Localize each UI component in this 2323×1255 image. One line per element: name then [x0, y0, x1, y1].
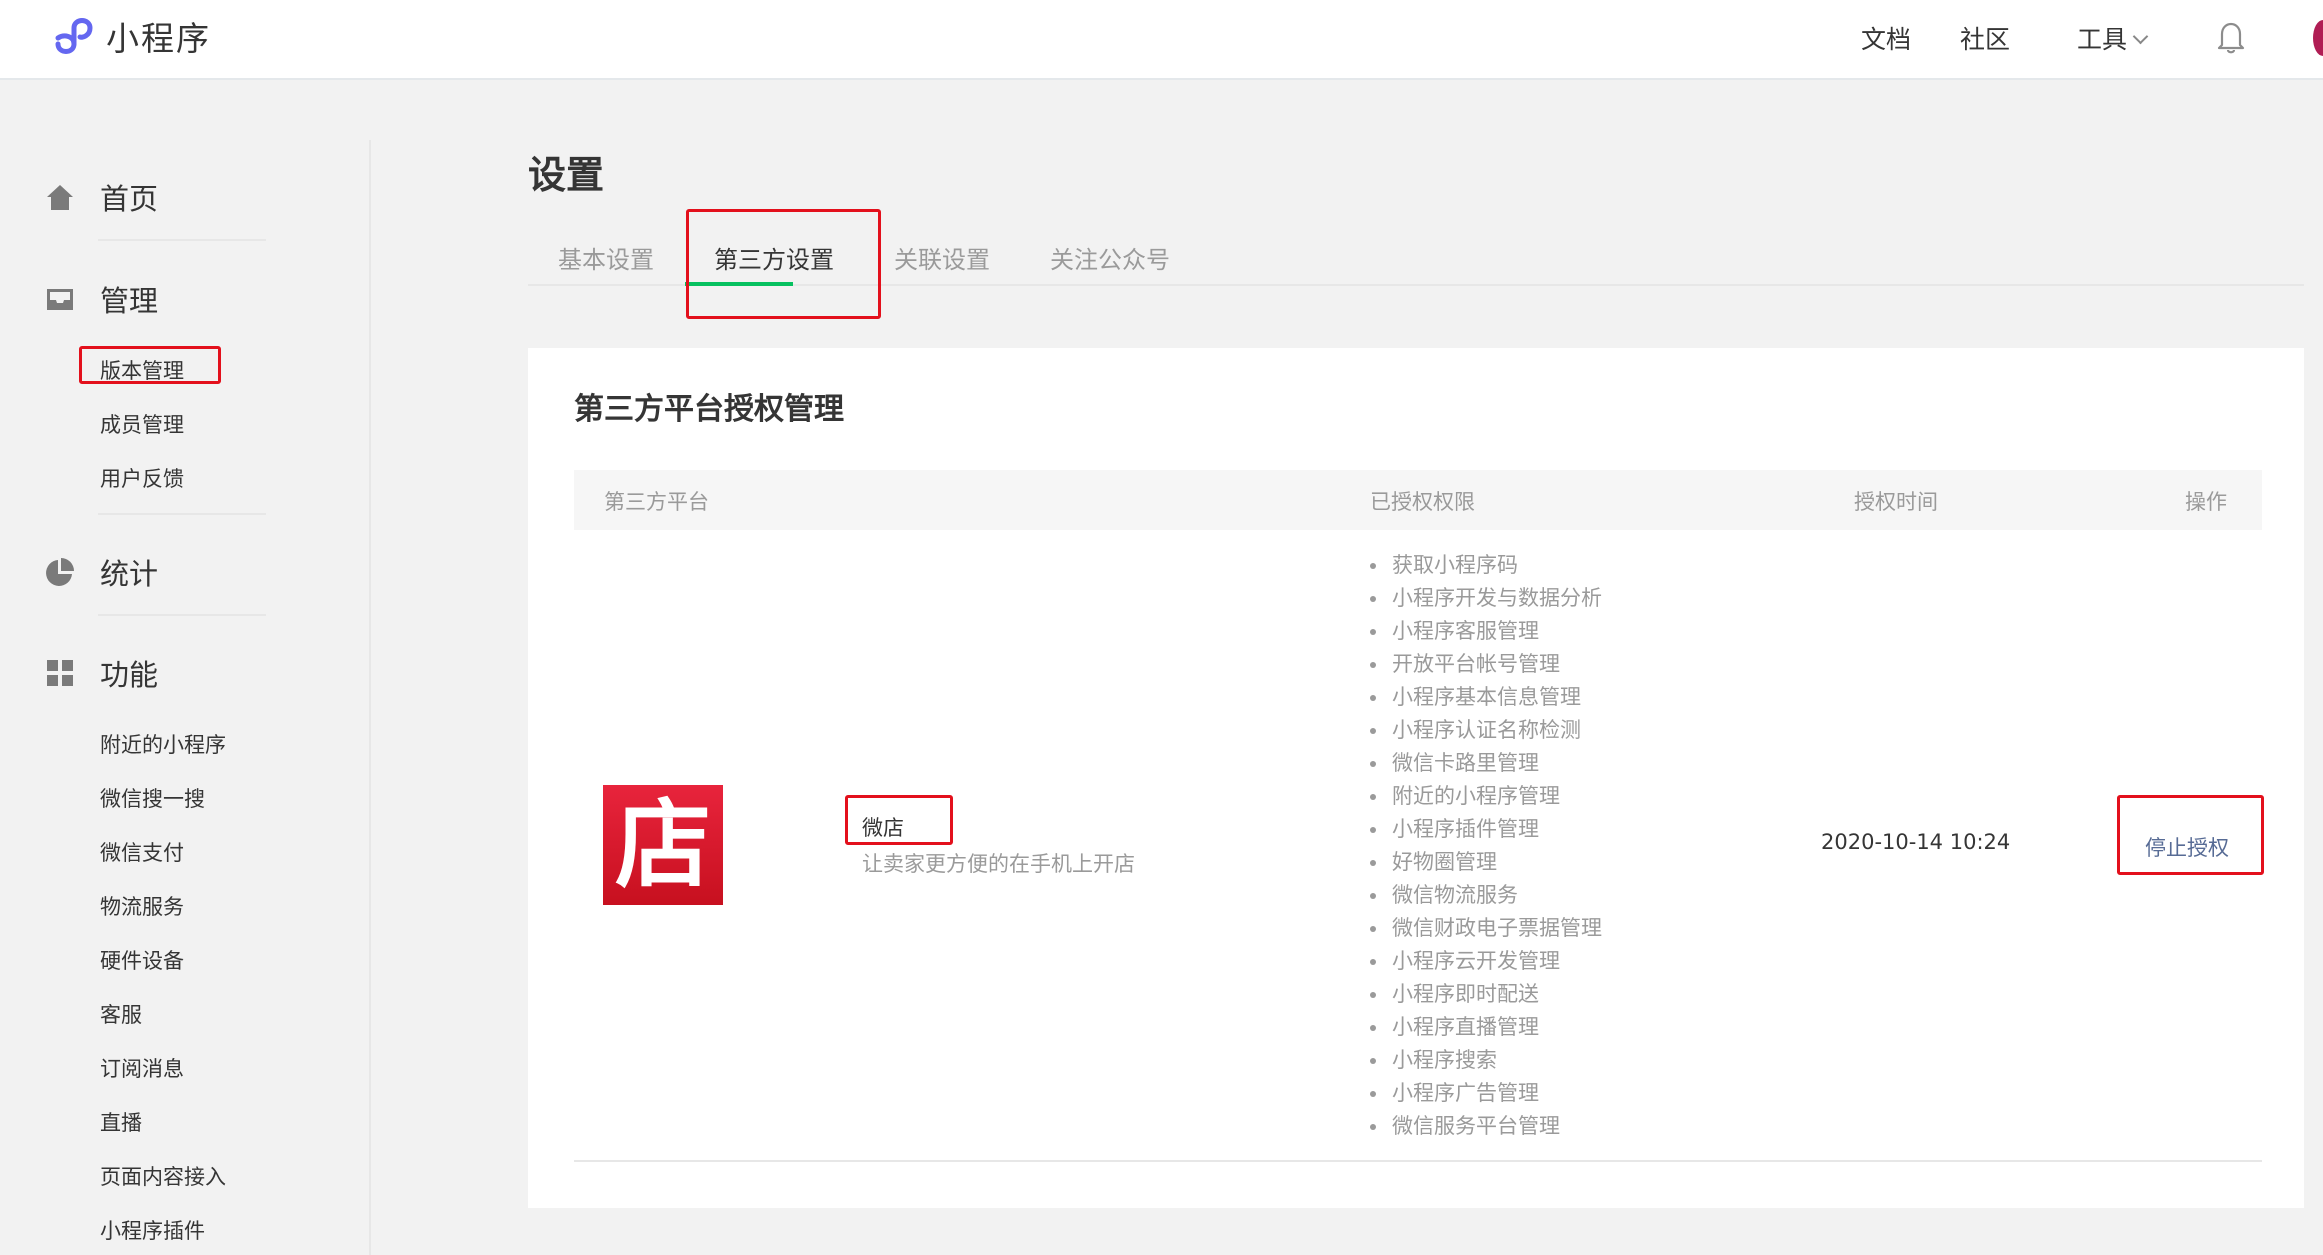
sidebar-item-content[interactable]: 页面内容接入: [100, 1161, 226, 1191]
list-item: 小程序直播管理: [1370, 1011, 1602, 1044]
tab-related[interactable]: 关联设置: [894, 240, 990, 275]
sidebar-item-home[interactable]: 首页: [44, 176, 158, 218]
tab-basic[interactable]: 基本设置: [558, 240, 654, 275]
list-item: 小程序云开发管理: [1370, 945, 1602, 978]
list-item: 微信物流服务: [1370, 879, 1602, 912]
sidebar-separator: [98, 614, 266, 616]
table-header: 第三方平台 已授权权限 授权时间 操作: [574, 470, 2262, 530]
sidebar-item-feedback[interactable]: 用户反馈: [100, 463, 184, 493]
row-divider: [574, 1160, 2262, 1162]
list-item: 微信服务平台管理: [1370, 1110, 1602, 1143]
weidian-logo-char: 店: [615, 788, 711, 901]
top-bar: 小程序 文档 社区 工具: [0, 0, 2323, 80]
grid-icon: [44, 657, 76, 689]
third-party-card: 第三方平台授权管理 第三方平台 已授权权限 授权时间 操作 店 微店 让卖家更方…: [528, 348, 2304, 1208]
sidebar-item-members[interactable]: 成员管理: [100, 409, 184, 439]
nav-tools[interactable]: 工具: [2077, 20, 2149, 56]
platform-name: 微店: [862, 816, 904, 840]
list-item: 小程序基本信息管理: [1370, 681, 1602, 714]
settings-tabs: 基本设置 第三方设置 关联设置 关注公众号: [528, 230, 2304, 286]
sidebar-item-label: 统计: [100, 557, 159, 591]
sidebar-item-subscribe[interactable]: 订阅消息: [100, 1053, 184, 1083]
sidebar-section-features[interactable]: 功能: [44, 652, 158, 694]
list-item: 小程序广告管理: [1370, 1077, 1602, 1110]
sidebar-item-plugins[interactable]: 小程序插件: [100, 1215, 205, 1245]
tab-follow-account[interactable]: 关注公众号: [1050, 240, 1170, 275]
list-item: 小程序认证名称检测: [1370, 714, 1602, 747]
sidebar-item-version[interactable]: 版本管理: [100, 355, 184, 385]
sidebar-item-service[interactable]: 客服: [100, 999, 142, 1029]
auth-time: 2020-10-14 10:24: [1821, 830, 2011, 854]
list-item: 小程序开发与数据分析: [1370, 582, 1602, 615]
active-tab-indicator: [685, 282, 793, 286]
home-icon: [44, 181, 76, 213]
sidebar-section-manage[interactable]: 管理: [44, 278, 158, 320]
sidebar-item-label: 首页: [100, 182, 159, 216]
sidebar-item-live[interactable]: 直播: [100, 1107, 142, 1137]
stop-authorization-link[interactable]: 停止授权: [2145, 832, 2229, 862]
sidebar-item-logistics[interactable]: 物流服务: [100, 891, 184, 921]
list-item: 好物圈管理: [1370, 846, 1602, 879]
app-name: 小程序: [106, 19, 211, 58]
permission-list: 获取小程序码 小程序开发与数据分析 小程序客服管理 开放平台帐号管理 小程序基本…: [1370, 549, 1602, 1143]
nav-tools-label: 工具: [2077, 25, 2128, 54]
column-header-action: 操作: [2185, 490, 2227, 514]
platform-description: 让卖家更方便的在手机上开店: [862, 852, 1135, 876]
list-item: 小程序搜索: [1370, 1044, 1602, 1077]
list-item: 小程序即时配送: [1370, 978, 1602, 1011]
sidebar-section-label: 功能: [100, 658, 159, 692]
sidebar-separator: [98, 513, 266, 515]
chevron-down-icon: [2132, 28, 2149, 45]
sidebar-section-label: 管理: [100, 284, 159, 318]
list-item: 开放平台帐号管理: [1370, 648, 1602, 681]
sidebar-item-nearby[interactable]: 附近的小程序: [100, 729, 226, 759]
avatar[interactable]: [2313, 20, 2323, 56]
sidebar-separator: [98, 239, 266, 241]
list-item: 小程序插件管理: [1370, 813, 1602, 846]
bell-icon[interactable]: [2216, 20, 2246, 54]
sidebar-item-hardware[interactable]: 硬件设备: [100, 945, 184, 975]
app-logo[interactable]: 小程序: [44, 14, 211, 58]
list-item: 微信财政电子票据管理: [1370, 912, 1602, 945]
list-item: 微信卡路里管理: [1370, 747, 1602, 780]
column-header-auth-time: 授权时间: [1854, 490, 1938, 514]
sidebar-item-stats[interactable]: 统计: [44, 551, 158, 593]
list-item: 获取小程序码: [1370, 549, 1602, 582]
sidebar-item-search[interactable]: 微信搜一搜: [100, 783, 205, 813]
column-header-permissions: 已授权权限: [1370, 490, 1475, 514]
weidian-logo: 店: [603, 785, 723, 905]
list-item: 小程序客服管理: [1370, 615, 1602, 648]
sidebar-item-pay[interactable]: 微信支付: [100, 837, 184, 867]
tab-third-party[interactable]: 第三方设置: [714, 240, 834, 275]
page-title: 设置: [528, 153, 605, 197]
list-item: 附近的小程序管理: [1370, 780, 1602, 813]
card-title: 第三方平台授权管理: [574, 392, 844, 427]
miniprogram-logo-icon: [55, 18, 93, 54]
nav-community[interactable]: 社区: [1960, 20, 2010, 56]
nav-docs[interactable]: 文档: [1861, 20, 1911, 56]
inbox-icon: [44, 283, 76, 315]
sidebar-divider: [369, 140, 371, 1255]
column-header-platform: 第三方平台: [604, 490, 709, 514]
pie-chart-icon: [44, 556, 76, 588]
